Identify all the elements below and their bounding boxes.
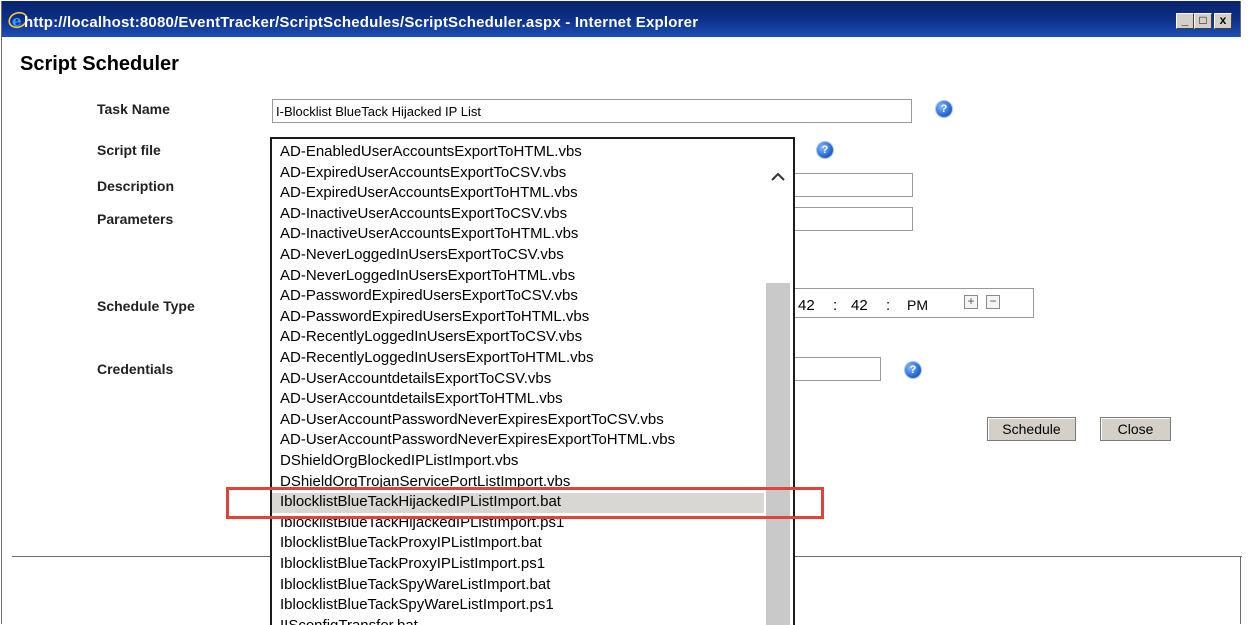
script-file-option[interactable]: IblocklistBlueTackProxyIPListImport.bat — [280, 534, 542, 552]
help-icon[interactable]: ? — [817, 142, 833, 158]
script-file-option[interactable]: AD-InactiveUserAccountsExportToHTML.vbs — [280, 225, 578, 243]
script-file-option[interactable]: AD-UserAccountdetailsExportToCSV.vbs — [280, 370, 551, 388]
script-file-option[interactable]: AD-PasswordExpiredUsersExportToCSV.vbs — [280, 287, 578, 305]
credentials-label: Credentials — [97, 361, 174, 377]
help-icon[interactable]: ? — [905, 362, 921, 378]
scrollbar-thumb[interactable] — [766, 283, 790, 625]
close-button[interactable]: Close — [1100, 417, 1171, 441]
time-ampm[interactable]: PM — [907, 297, 928, 313]
script-file-option[interactable]: AD-RecentlyLoggedInUsersExportToHTML.vbs — [280, 349, 593, 367]
time-separator: : — [886, 297, 891, 314]
description-input[interactable] — [789, 173, 913, 197]
script-file-option[interactable]: AD-ExpiredUserAccountsExportToCSV.vbs — [280, 164, 566, 182]
task-name-input[interactable]: I-Blocklist BlueTack Hijacked IP List — [272, 99, 912, 123]
script-file-option[interactable]: AD-RecentlyLoggedInUsersExportToCSV.vbs — [280, 328, 582, 346]
time-decrease-button[interactable]: − — [986, 295, 1000, 309]
script-file-option[interactable]: AD-NeverLoggedInUsersExportToHTML.vbs — [280, 267, 575, 285]
script-file-option[interactable]: AD-UserAccountdetailsExportToHTML.vbs — [280, 390, 563, 408]
browser-window: e http://localhost:8080/EventTracker/Scr… — [1, 1, 1242, 625]
credentials-input[interactable] — [789, 357, 881, 381]
script-file-option[interactable]: IblocklistBlueTackSpyWareListImport.bat — [280, 576, 550, 594]
window-title: http://localhost:8080/EventTracker/Scrip… — [24, 14, 699, 31]
script-file-option[interactable]: AD-EnabledUserAccountsExportToHTML.vbs — [280, 143, 582, 161]
description-label: Description — [97, 178, 175, 194]
parameters-label: Parameters — [97, 211, 174, 227]
time-separator: : — [833, 297, 838, 314]
close-window-button[interactable]: x — [1214, 13, 1232, 29]
time-hour[interactable]: 42 — [798, 297, 815, 314]
minimize-button[interactable]: _ — [1176, 13, 1194, 29]
script-file-option[interactable]: DShieldOrgBlockedIPListImport.vbs — [280, 452, 518, 470]
maximize-button[interactable]: □ — [1194, 13, 1212, 29]
script-file-option[interactable]: AD-UserAccountPasswordNeverExpiresExport… — [280, 411, 664, 429]
time-increase-button[interactable]: + — [964, 295, 978, 309]
script-file-option[interactable]: AD-ExpiredUserAccountsExportToHTML.vbs — [280, 184, 578, 202]
page-title: Script Scheduler — [20, 53, 179, 75]
scroll-up-icon[interactable] — [766, 165, 790, 189]
task-name-label: Task Name — [97, 101, 170, 117]
title-bar: e http://localhost:8080/EventTracker/Scr… — [2, 1, 1240, 37]
parameters-input[interactable] — [789, 207, 913, 231]
script-file-option[interactable]: AD-PasswordExpiredUsersExportToHTML.vbs — [280, 308, 589, 326]
help-icon[interactable]: ? — [936, 101, 952, 117]
time-minute[interactable]: 42 — [851, 297, 868, 314]
script-file-option[interactable]: AD-InactiveUserAccountsExportToCSV.vbs — [280, 205, 567, 223]
script-file-option[interactable]: IblocklistBlueTackProxyIPListImport.ps1 — [280, 555, 545, 573]
script-file-label: Script file — [97, 142, 161, 158]
svg-text:e: e — [12, 12, 22, 29]
schedule-button[interactable]: Schedule — [987, 417, 1076, 441]
script-file-option[interactable]: AD-UserAccountPasswordNeverExpiresExport… — [280, 431, 675, 449]
schedule-type-label: Schedule Type — [97, 298, 195, 314]
selection-highlight-annotation — [226, 487, 824, 519]
script-file-option[interactable]: AD-NeverLoggedInUsersExportToCSV.vbs — [280, 246, 564, 264]
script-file-option[interactable]: IblocklistBlueTackSpyWareListImport.ps1 — [280, 596, 554, 614]
script-file-dropdown-list[interactable]: AD-EnabledUserAccountsExportToHTML.vbs AD… — [270, 137, 795, 625]
